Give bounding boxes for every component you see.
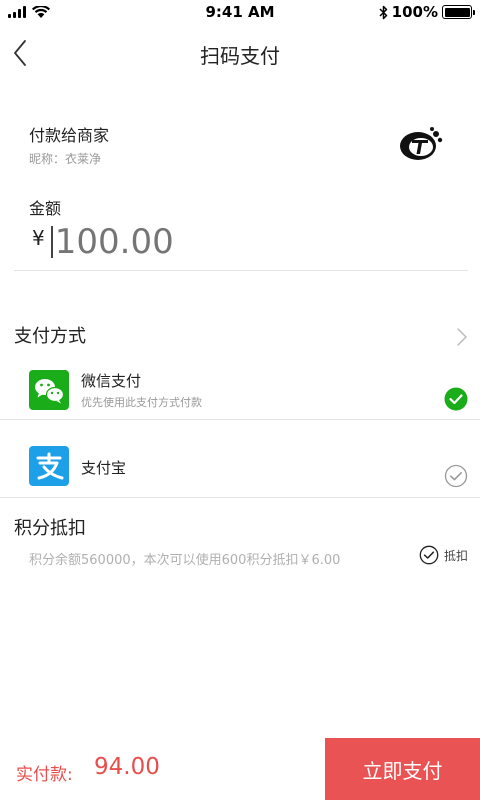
paid-amount-value: 94.00 bbox=[94, 754, 160, 780]
points-deduct-toggle[interactable]: 抵扣 bbox=[419, 545, 468, 565]
amount-underline bbox=[14, 270, 468, 271]
checkmark-selected-icon[interactable] bbox=[444, 387, 468, 411]
payment-screen: 9:41 AM 100% 扫码支付 付款给商家 昵称：衣莱净 金额 ¥ 100.… bbox=[0, 0, 480, 800]
battery-icon bbox=[442, 5, 475, 19]
merchant-label: 付款给商家 bbox=[29, 126, 110, 145]
merchant-nickname: 昵称：衣莱净 bbox=[29, 152, 102, 166]
wechat-icon bbox=[29, 370, 69, 410]
currency-symbol: ¥ bbox=[32, 226, 45, 250]
payment-option-wechat[interactable]: 微信支付 优先使用此支付方式付款 bbox=[0, 362, 480, 420]
amount-label: 金额 bbox=[29, 199, 62, 218]
payment-option-name: 支付宝 bbox=[81, 459, 127, 477]
bluetooth-icon bbox=[379, 5, 387, 19]
checkout-bar: 实付款: 94.00 立即支付 bbox=[0, 738, 480, 800]
points-title: 积分抵扣 bbox=[14, 518, 86, 539]
payment-method-header[interactable]: 支付方式 bbox=[0, 310, 480, 360]
battery-status: 100% bbox=[379, 3, 475, 21]
navigation-bar: 扫码支付 bbox=[0, 26, 480, 80]
battery-percent: 100% bbox=[391, 3, 438, 21]
paid-amount-label: 实付款: bbox=[16, 765, 73, 785]
payment-option-name: 微信支付 bbox=[81, 372, 142, 390]
status-bar: 9:41 AM 100% bbox=[0, 0, 480, 26]
page-title: 扫码支付 bbox=[200, 44, 280, 68]
check-circle-icon bbox=[419, 545, 439, 565]
chevron-right-icon bbox=[457, 328, 467, 346]
checkmark-unselected-icon[interactable] bbox=[444, 464, 468, 488]
pay-now-button[interactable]: 立即支付 bbox=[325, 738, 480, 800]
alipay-icon bbox=[29, 446, 69, 486]
points-description: 积分余额560000，本次可以使用600积分抵扣￥6.00 bbox=[29, 553, 341, 568]
payment-option-alipay[interactable]: 支付宝 bbox=[0, 440, 480, 498]
payment-option-subtitle: 优先使用此支付方式付款 bbox=[81, 396, 202, 409]
points-toggle-label: 抵扣 bbox=[443, 548, 468, 563]
amount-field[interactable]: ¥ bbox=[32, 220, 355, 264]
amount-input[interactable] bbox=[54, 222, 355, 262]
text-cursor bbox=[50, 226, 53, 258]
payment-method-title: 支付方式 bbox=[14, 326, 86, 347]
merchant-logo-icon bbox=[400, 127, 443, 160]
